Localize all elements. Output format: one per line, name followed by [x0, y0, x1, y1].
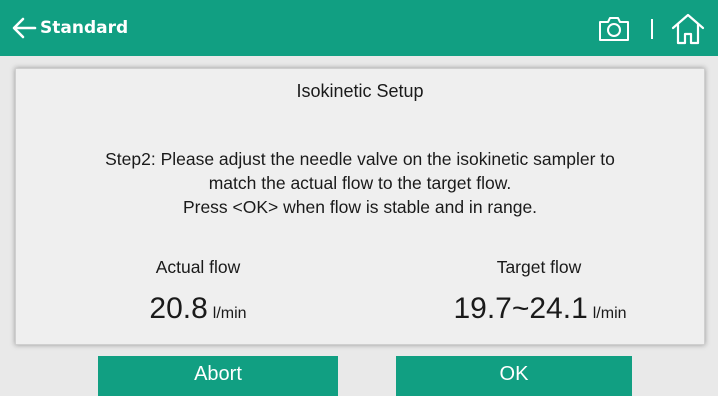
camera-icon	[599, 17, 629, 41]
ok-label: OK	[499, 363, 529, 385]
top-bar: Standard	[0, 0, 718, 56]
home-icon	[671, 13, 705, 45]
actual-flow-unit: l/min	[212, 305, 247, 322]
back-button[interactable]: Standard	[0, 0, 220, 56]
actual-flow-label: Actual flow	[155, 257, 241, 277]
target-flow-value: 19.7~24.1	[453, 292, 588, 325]
target-flow-readout: 19.7~24.1 l/min	[380, 291, 700, 327]
screenshot-button[interactable]	[596, 14, 632, 44]
instruction-line-2: match the actual flow to the target flow…	[208, 173, 512, 193]
abort-label: Abort	[194, 363, 242, 385]
home-button[interactable]	[670, 12, 706, 46]
abort-button[interactable]: Abort	[98, 356, 338, 396]
ok-button[interactable]: OK	[396, 356, 632, 396]
header-divider	[651, 19, 653, 39]
target-flow-label: Target flow	[496, 257, 582, 277]
arrow-left-icon	[12, 17, 37, 39]
isokinetic-setup-dialog: Isokinetic Setup Step2: Please adjust th…	[15, 68, 705, 345]
actual-flow-readout: 20.8 l/min	[38, 291, 358, 327]
instruction-line-3: Press <OK> when flow is stable and in ra…	[182, 197, 538, 217]
instruction-line-1: Step2: Please adjust the needle valve on…	[105, 149, 615, 169]
actual-flow-value: 20.8	[149, 292, 208, 325]
target-flow-unit: l/min	[592, 305, 627, 322]
dialog-title: Isokinetic Setup	[296, 81, 424, 101]
back-label: Standard	[40, 18, 129, 38]
